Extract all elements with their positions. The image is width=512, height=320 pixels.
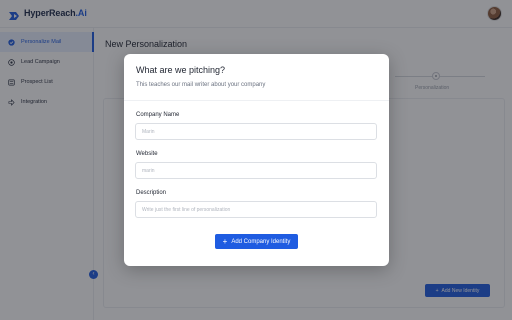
add-company-identity-button[interactable]: + Add Company Identity: [215, 234, 298, 249]
plus-icon: +: [222, 236, 228, 246]
company-name-label: Company Name: [136, 112, 180, 118]
description-label: Description: [136, 190, 167, 196]
modal-title: What are we pitching?: [136, 65, 226, 75]
modal-subtitle: This teaches our mail writer about your …: [136, 82, 266, 88]
company-identity-modal: What are we pitching? This teaches our m…: [124, 54, 389, 266]
website-label: Website: [136, 151, 158, 157]
description-input[interactable]: [135, 201, 377, 218]
company-name-input[interactable]: [135, 123, 377, 140]
modal-header: What are we pitching? This teaches our m…: [124, 54, 389, 101]
website-input[interactable]: [135, 162, 377, 179]
add-company-identity-label: Add Company Identity: [231, 238, 291, 245]
